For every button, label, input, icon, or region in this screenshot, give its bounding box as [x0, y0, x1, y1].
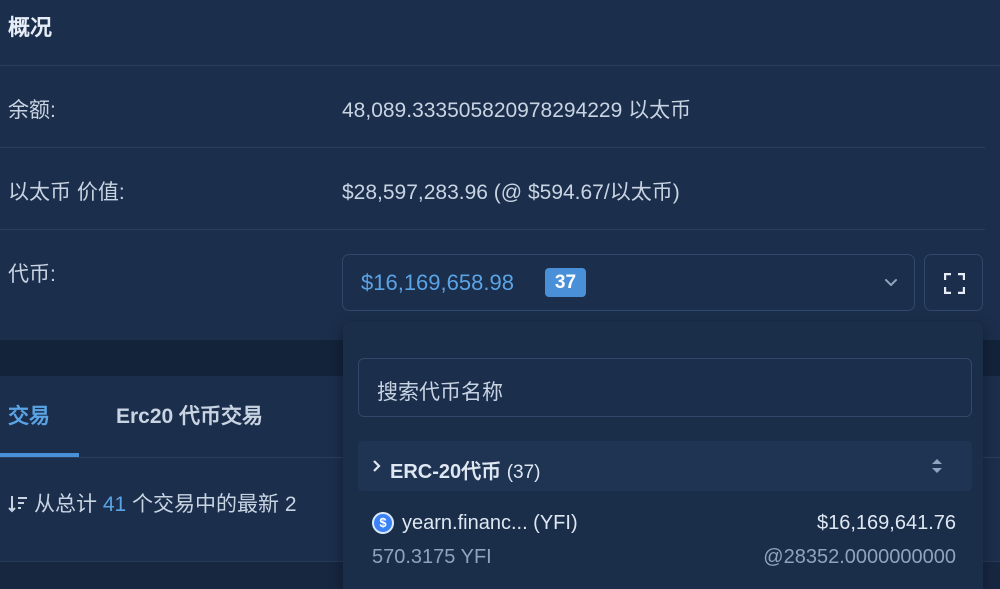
overview-header: 概况	[0, 0, 1000, 66]
token-name: yearn.financ... (YFI)	[402, 512, 578, 534]
eth-value-row: 以太币 价值: $28,597,283.96 (@ $594.67/以太币)	[0, 148, 1000, 230]
chevron-right-icon	[373, 460, 381, 472]
eth-value-value: $28,597,283.96 (@ $594.67/以太币)	[342, 181, 680, 204]
erc20-group-title: ERC-20代币 (37)	[390, 455, 541, 484]
token-search-placeholder: 搜索代币名称	[377, 381, 503, 404]
balance-label: 余额:	[8, 99, 56, 122]
erc20-group-name: ERC-20代币	[390, 461, 502, 483]
erc20-group-count: (37)	[506, 462, 541, 483]
yfi-token-icon	[372, 512, 394, 534]
overview-card: 概况 余额: 48,089.333505820978294229 以太币 以太币…	[0, 0, 1000, 340]
active-tab-indicator	[0, 453, 79, 457]
eth-value-label: 以太币 价值:	[8, 181, 125, 204]
balance-row: 余额: 48,089.333505820978294229 以太币	[0, 66, 1000, 148]
token-count-badge: 37	[545, 268, 586, 297]
token-amount: 570.3175 YFI	[372, 546, 492, 568]
tab-transactions[interactable]: 交易	[8, 400, 50, 430]
sort-icon[interactable]	[930, 456, 944, 476]
summary-count[interactable]: 41	[103, 493, 126, 516]
token-list-item[interactable]: yearn.financ... (YFI) $16,169,641.76 570…	[358, 502, 972, 582]
expand-icon	[944, 273, 965, 294]
erc20-group-header[interactable]: ERC-20代币 (37)	[358, 441, 972, 491]
token-value: $16,169,641.76	[816, 512, 956, 534]
balance-value: 48,089.333505820978294229 以太币	[342, 99, 692, 122]
transactions-summary: 从总计 41 个交易中的最新 2	[8, 488, 297, 518]
tab-erc20-transfers[interactable]: Erc20 代币交易	[116, 400, 263, 430]
overview-title: 概况	[8, 15, 53, 40]
summary-prefix: 从总计	[34, 493, 97, 516]
summary-suffix: 个交易中的最新 2	[132, 493, 297, 516]
chevron-down-icon	[885, 279, 897, 286]
token-total-value: $16,169,658.98	[361, 270, 514, 295]
token-rate: @28352.0000000000	[763, 546, 956, 568]
token-dropdown-menu: 搜索代币名称 ERC-20代币 (37) yearn.financ... (YF…	[343, 322, 983, 589]
token-holdings-select[interactable]: $16,169,658.98 37	[342, 254, 915, 311]
tokens-label: 代币:	[8, 263, 56, 286]
token-search-input[interactable]: 搜索代币名称	[358, 358, 972, 417]
expand-token-view-button[interactable]	[924, 254, 983, 311]
sort-descending-icon	[8, 496, 27, 513]
